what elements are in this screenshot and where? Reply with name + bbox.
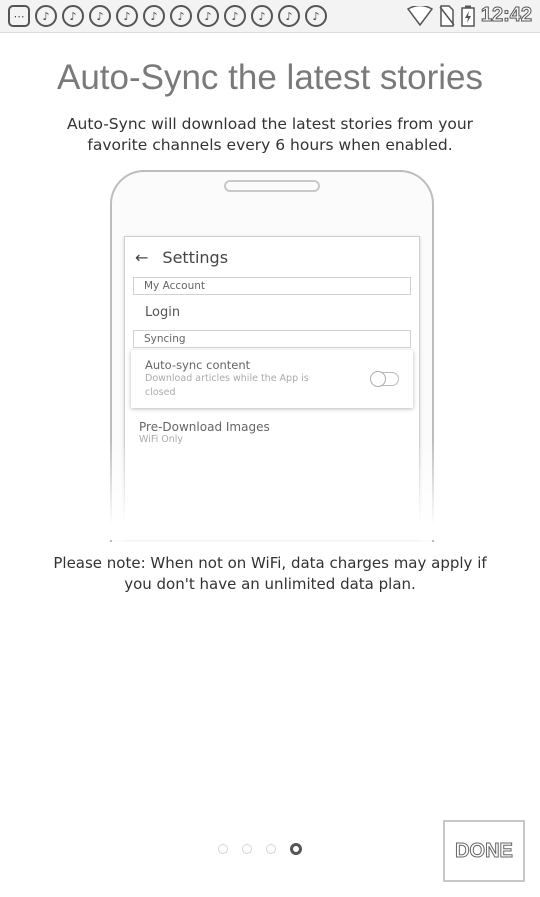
notification-icons: ⋯ ♪ ♪ ♪ ♪ ♪ ♪ ♪ ♪ ♪ ♪ ♪ xyxy=(8,5,327,27)
predownload-title: Pre-Download Images xyxy=(139,420,270,434)
settings-header: ← Settings xyxy=(125,237,419,277)
page-subtitle: Auto-Sync will download the latest stori… xyxy=(66,115,474,154)
data-charges-note: Please note: When not on WiFi, data char… xyxy=(53,554,487,593)
done-button[interactable]: DONE xyxy=(443,820,525,882)
autosync-description: Download articles while the App is close… xyxy=(145,373,309,398)
more-icon: ⋯ xyxy=(8,5,30,27)
no-sim-icon xyxy=(439,4,455,27)
music-note-icon: ♪ xyxy=(278,5,300,27)
section-my-account: My Account xyxy=(133,277,411,295)
phone-speaker xyxy=(224,180,320,192)
wifi-icon xyxy=(406,5,433,26)
music-note-icon: ♪ xyxy=(62,5,84,27)
autosync-toggle xyxy=(370,371,399,387)
settings-title: Settings xyxy=(162,247,229,267)
music-note-icon: ♪ xyxy=(35,5,57,27)
page-dot xyxy=(266,844,276,854)
phone-fade-overlay xyxy=(100,440,440,540)
page-indicator xyxy=(218,843,302,855)
login-row: Login xyxy=(145,305,181,320)
music-note-icon: ♪ xyxy=(197,5,219,27)
music-note-icon: ♪ xyxy=(89,5,111,27)
clock: 12:42 xyxy=(480,4,532,27)
back-arrow-icon: ← xyxy=(135,247,149,267)
music-note-icon: ♪ xyxy=(251,5,273,27)
music-note-icon: ♪ xyxy=(170,5,192,27)
music-note-icon: ♪ xyxy=(224,5,246,27)
page-title: Auto-Sync the latest stories xyxy=(56,58,484,97)
battery-charging-icon xyxy=(461,5,475,27)
page-dot xyxy=(218,844,228,854)
section-syncing: Syncing xyxy=(133,330,411,348)
page-dot-active xyxy=(290,843,302,855)
autosync-title: Auto-sync content xyxy=(145,358,251,372)
status-bar: ⋯ ♪ ♪ ♪ ♪ ♪ ♪ ♪ ♪ ♪ ♪ ♪ 12:42 xyxy=(0,0,540,33)
autosync-card: Auto-sync content Download articles whil… xyxy=(131,350,413,408)
music-note-icon: ♪ xyxy=(143,5,165,27)
system-icons: 12:42 xyxy=(406,4,533,27)
page-dot xyxy=(242,844,252,854)
music-note-icon: ♪ xyxy=(116,5,138,27)
music-note-icon: ♪ xyxy=(305,5,327,27)
